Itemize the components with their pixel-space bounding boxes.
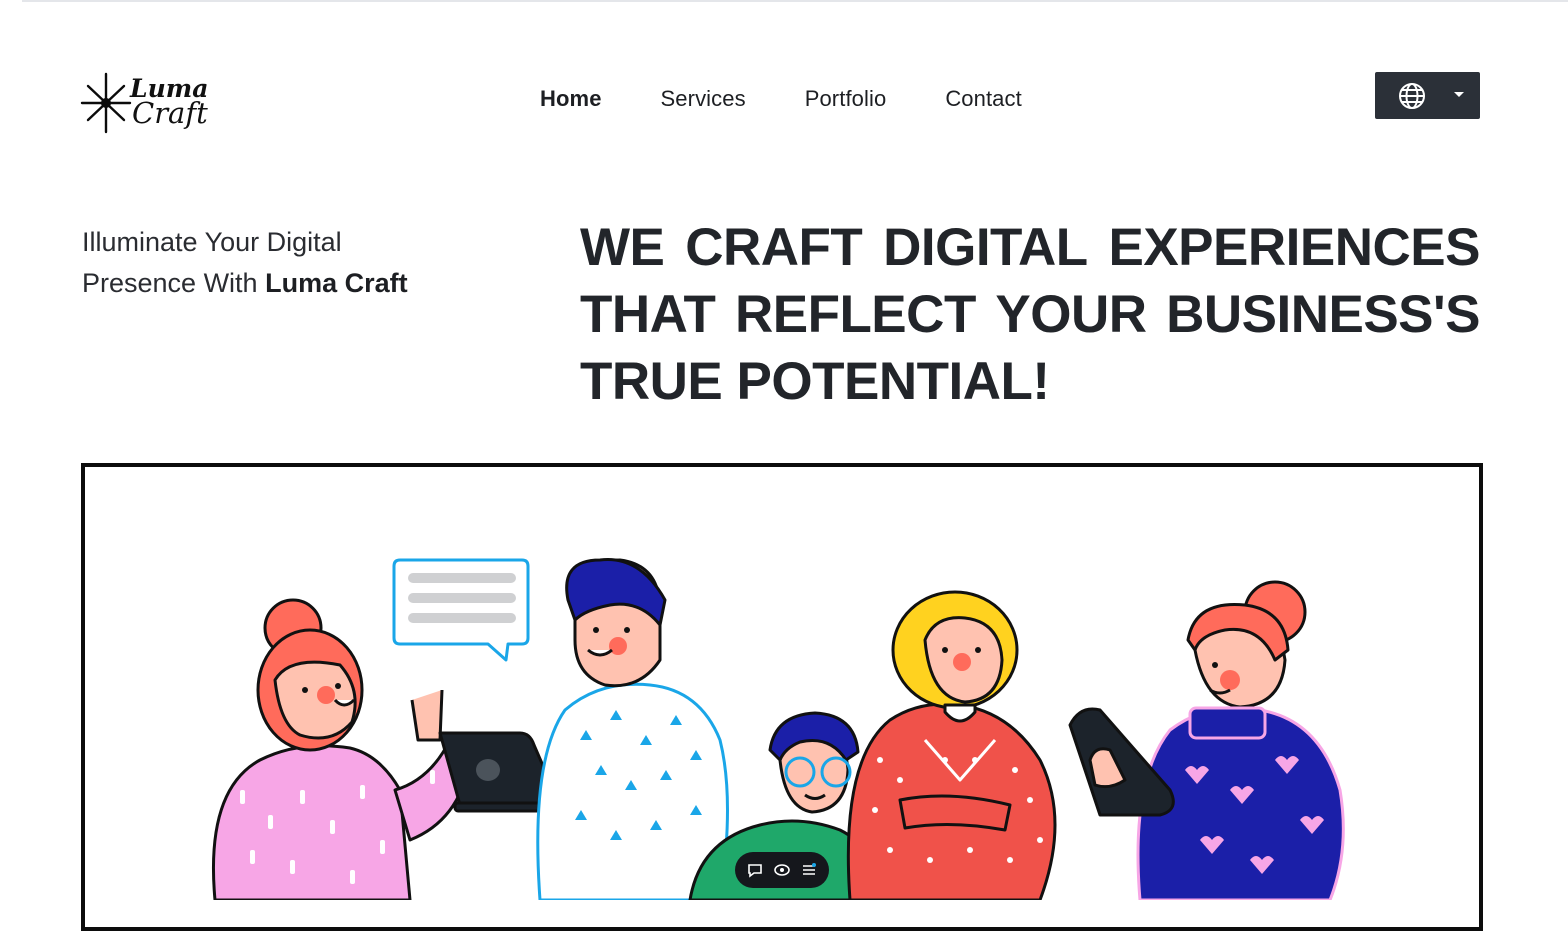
tagline-brand: Luma Craft [265,268,408,298]
language-selector-button[interactable] [1375,72,1480,119]
globe-icon [1399,83,1425,109]
tagline-line1: Illuminate Your Digital [82,227,342,257]
brand-logo[interactable]: Luma Craft [80,70,210,134]
nav-item-contact[interactable]: Contact [945,86,1022,112]
headline-word: DIGITAL [883,218,1088,277]
headline-word: YOUR [995,285,1147,344]
logo-text-craft: Craft [132,96,208,130]
headline-word: EXPERIENCES [1108,218,1480,277]
caret-down-icon [1454,92,1464,97]
headline-word: REFLECT [734,285,976,344]
headline-line-2: THAT REFLECT YOUR BUSINESS'S [580,281,1480,348]
hero-headline: WE CRAFT DIGITAL EXPERIENCES THAT REFLEC… [580,214,1480,415]
headline-word: POTENTIAL! [736,352,1050,411]
person-navy-sweater [1068,580,1345,900]
team-illustration [211,558,1345,900]
headline-word: THAT [580,285,716,344]
nav-item-portfolio[interactable]: Portfolio [805,86,887,112]
hero-tagline: Illuminate Your Digital Presence With Lu… [82,222,408,304]
illustration-toolbar [735,852,829,888]
list-icon[interactable] [799,860,819,880]
top-divider [22,0,1568,2]
starburst-icon [80,72,132,134]
tagline-line2: Presence With Luma Craft [82,263,408,304]
main-nav: Home Services Portfolio Contact [540,86,1081,112]
comment-icon[interactable] [745,860,765,880]
headline-word: BUSINESS'S [1166,285,1480,344]
nav-item-home[interactable]: Home [540,86,602,112]
eye-icon[interactable] [772,860,792,880]
headline-line-1: WE CRAFT DIGITAL EXPERIENCES [580,214,1480,281]
nav-item-services[interactable]: Services [661,86,746,112]
person-cyan-shirt [536,558,729,900]
speech-bubble-icon [392,558,530,662]
tagline-prefix: Presence With [82,268,266,298]
headline-line-3: TRUE POTENTIAL! [580,348,1480,415]
headline-word: TRUE [580,352,723,411]
headline-word: CRAFT [685,218,863,277]
headline-word: WE [580,218,665,277]
person-red-sweater [846,590,1057,900]
